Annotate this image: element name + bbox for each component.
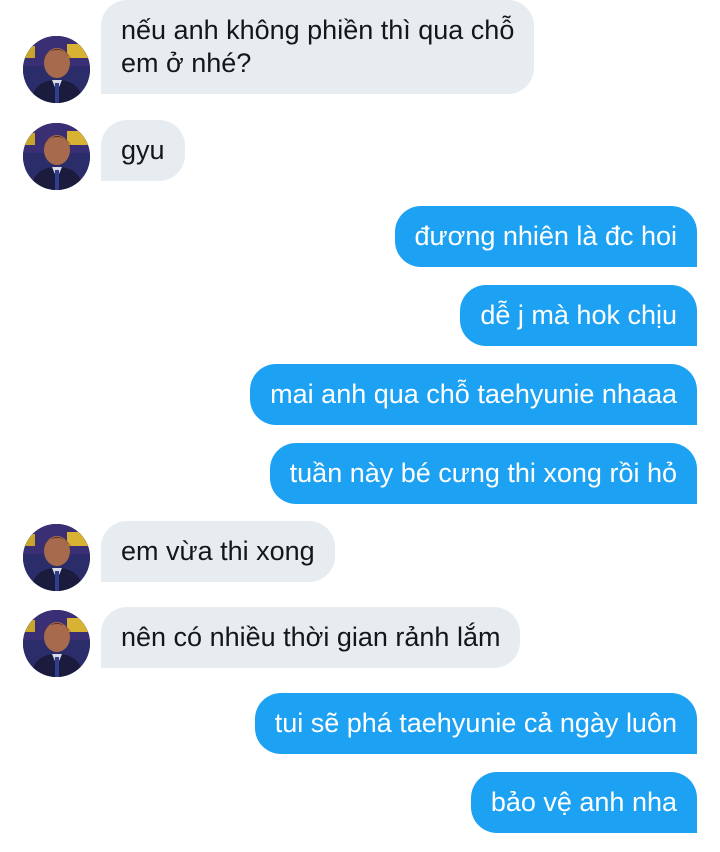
- outgoing-message[interactable]: dễ j mà hok chịu: [460, 285, 697, 346]
- avatar[interactable]: [23, 610, 90, 677]
- avatar-photo-icon: [23, 123, 90, 190]
- avatar-photo-icon: [23, 36, 90, 103]
- outgoing-message[interactable]: mai anh qua chỗ taehyunie nhaaa: [250, 364, 697, 425]
- incoming-message[interactable]: em vừa thi xong: [101, 521, 335, 582]
- outgoing-message[interactable]: đương nhiên là đc hoi: [394, 206, 697, 267]
- avatar[interactable]: [23, 123, 90, 190]
- avatar[interactable]: [23, 36, 90, 103]
- incoming-message[interactable]: gyu: [101, 120, 185, 181]
- incoming-message[interactable]: nếu anh không phiền thì qua chỗ em ở nhé…: [101, 0, 535, 94]
- outgoing-message[interactable]: tui sẽ phá taehyunie cả ngày luôn: [254, 693, 697, 754]
- incoming-message[interactable]: nên có nhiều thời gian rảnh lắm: [101, 607, 521, 668]
- avatar-photo-icon: [23, 610, 90, 677]
- outgoing-message[interactable]: tuần này bé cưng thi xong rồi hỏ: [269, 443, 697, 504]
- avatar-photo-icon: [23, 524, 90, 591]
- avatar[interactable]: [23, 524, 90, 591]
- outgoing-message[interactable]: bảo vệ anh nha: [470, 772, 697, 833]
